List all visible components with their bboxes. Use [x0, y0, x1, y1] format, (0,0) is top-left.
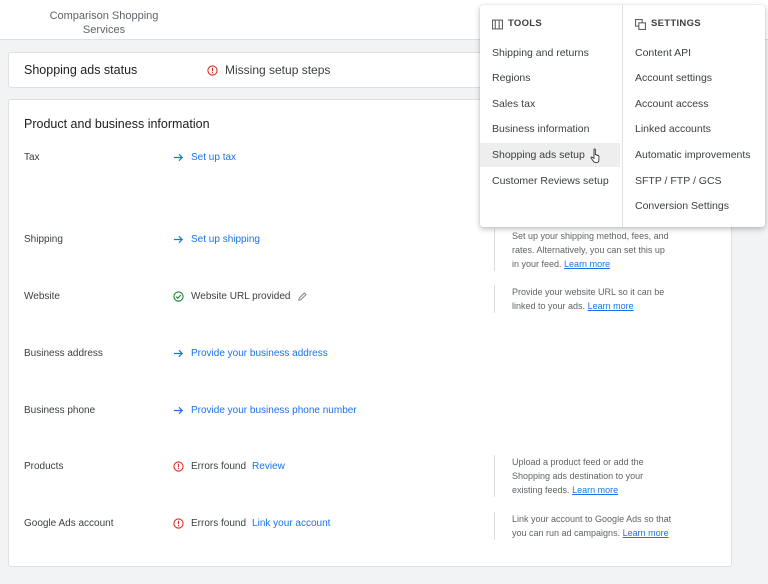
- row-help: Link your account to Google Ads so that …: [494, 512, 674, 540]
- row-label: Google Ads account: [24, 518, 114, 529]
- menu-item-business-information[interactable]: Business information: [480, 117, 620, 141]
- error-circle-icon: [173, 518, 184, 529]
- menu-item-regions[interactable]: Regions: [480, 66, 620, 90]
- row-label: Products: [24, 461, 64, 472]
- link-account-link[interactable]: Link your account: [252, 518, 330, 529]
- status-title: Shopping ads status: [24, 63, 138, 77]
- brand-name[interactable]: Comparison Shopping Services: [48, 9, 160, 37]
- review-link[interactable]: Review: [252, 461, 285, 472]
- tools-column: TOOLS Shipping and returns Regions Sales…: [480, 5, 620, 227]
- menu-item-shopping-ads-setup[interactable]: Shopping ads setup: [480, 143, 620, 167]
- row-label: Website: [24, 291, 60, 302]
- arrow-right-icon: [173, 405, 184, 416]
- arrow-right-icon: [173, 152, 184, 163]
- row-label: Shipping: [24, 234, 63, 245]
- row-label: Business phone: [24, 405, 96, 416]
- row-help: Upload a product feed or add the Shoppin…: [494, 455, 674, 497]
- section-title: Product and business information: [24, 117, 210, 131]
- row-label: Tax: [24, 152, 40, 163]
- settings-column: SETTINGS Content API Account settings Ac…: [622, 5, 765, 227]
- row-help: Set up your shipping method, fees, and r…: [494, 229, 674, 271]
- learn-more-link[interactable]: Learn more: [623, 528, 669, 538]
- learn-more-link[interactable]: Learn more: [588, 301, 634, 311]
- tools-heading: TOOLS: [492, 18, 542, 29]
- learn-more-link[interactable]: Learn more: [572, 485, 618, 495]
- arrow-right-icon: [173, 348, 184, 359]
- set-up-tax-link[interactable]: Set up tax: [173, 152, 236, 163]
- errors-found-text: Errors found: [191, 461, 247, 472]
- set-up-shipping-link[interactable]: Set up shipping: [173, 234, 260, 245]
- errors-found-text: Errors found: [191, 518, 247, 529]
- menu-item-content-api[interactable]: Content API: [623, 41, 765, 65]
- products-status: Errors found Review: [173, 461, 285, 472]
- menu-item-automatic-improvements[interactable]: Automatic improvements: [623, 143, 765, 167]
- error-circle-icon: [173, 461, 184, 472]
- hand-cursor-icon: [590, 148, 602, 164]
- menu-item-linked-accounts[interactable]: Linked accounts: [623, 117, 765, 141]
- menu-item-customer-reviews-setup[interactable]: Customer Reviews setup: [480, 169, 620, 193]
- settings-heading: SETTINGS: [635, 18, 701, 30]
- pencil-icon[interactable]: [297, 291, 308, 302]
- menu-item-account-access[interactable]: Account access: [623, 92, 765, 116]
- menu-item-sftp-ftp-gcs[interactable]: SFTP / FTP / GCS: [623, 169, 765, 193]
- website-status: Website URL provided: [173, 291, 308, 302]
- menu-item-sales-tax[interactable]: Sales tax: [480, 92, 620, 116]
- error-circle-icon: [207, 64, 218, 76]
- check-circle-icon: [173, 291, 184, 302]
- provide-phone-link[interactable]: Provide your business phone number: [173, 405, 357, 416]
- tools-icon: [492, 19, 503, 29]
- menu-item-shipping-returns[interactable]: Shipping and returns: [480, 41, 620, 65]
- row-help: Provide your website URL so it can be li…: [494, 285, 674, 313]
- menu-item-account-settings[interactable]: Account settings: [623, 66, 765, 90]
- arrow-right-icon: [173, 234, 184, 245]
- learn-more-link[interactable]: Learn more: [564, 259, 610, 269]
- google-ads-status: Errors found Link your account: [173, 518, 330, 529]
- provide-address-link[interactable]: Provide your business address: [173, 348, 328, 359]
- status-text: Missing setup steps: [225, 63, 331, 77]
- status-info: Missing setup steps: [207, 63, 330, 77]
- row-label: Business address: [24, 348, 103, 359]
- settings-icon: [635, 18, 646, 30]
- menu-item-conversion-settings[interactable]: Conversion Settings: [623, 194, 765, 218]
- tools-settings-menu: TOOLS Shipping and returns Regions Sales…: [480, 5, 765, 227]
